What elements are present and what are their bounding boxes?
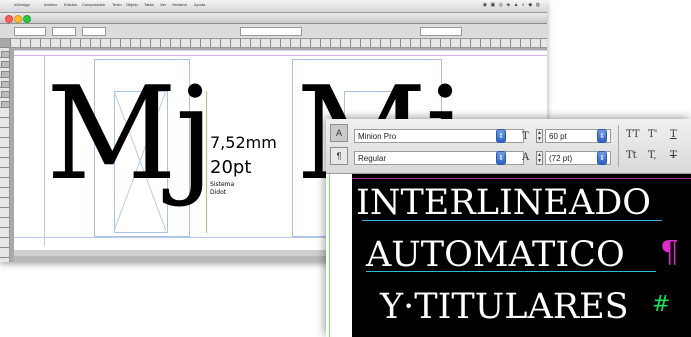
- glyph-specimen-left: Mj: [46, 60, 215, 209]
- font-size-dropdown-icon[interactable]: ⇕: [597, 129, 607, 143]
- sample-line-3: Y·TITULARES: [380, 287, 629, 327]
- menu-view[interactable]: Ver: [160, 2, 166, 7]
- frame-edge-guide: [329, 174, 330, 337]
- horizontal-ruler[interactable]: [10, 39, 547, 48]
- baseline-guide: [366, 271, 656, 272]
- sample-line-1: INTERLINEADO: [356, 183, 651, 223]
- leading-icon: A: [522, 152, 530, 163]
- underline-button[interactable]: T: [670, 129, 677, 140]
- character-control-panel: A ¶ Minion Pro ⇕ Regular ⇕ T ▲ ▼ 60 pt ⇕ …: [326, 119, 691, 174]
- menu-window[interactable]: Ventana: [172, 2, 187, 7]
- menu-app[interactable]: InDesign: [14, 2, 30, 7]
- font-name-line1: Sistema: [210, 181, 235, 188]
- font-size-stepper[interactable]: ▲ ▼: [536, 129, 543, 143]
- tool-icon[interactable]: [1, 61, 10, 68]
- menu-status-icons: ◉ ▣ ◎ ◈ ▲ ◐ ◆ ◍: [482, 2, 541, 8]
- font-style-dropdown-icon[interactable]: ⇕: [496, 151, 506, 165]
- menu-help[interactable]: Ayuda: [194, 2, 205, 7]
- column-guide: [44, 56, 45, 246]
- subscript-button[interactable]: T,: [648, 150, 656, 161]
- leading-dropdown-icon[interactable]: ⇕: [597, 151, 607, 165]
- paragraph-mode-button[interactable]: ¶: [330, 147, 348, 165]
- measure-pt: 20pt: [210, 157, 252, 178]
- control-bar: [0, 24, 547, 39]
- menu-table[interactable]: Tabla: [144, 2, 154, 7]
- character-panel-window: A ¶ Minion Pro ⇕ Regular ⇕ T ▲ ▼ 60 pt ⇕ …: [326, 119, 691, 337]
- margin-guide: [14, 55, 547, 56]
- character-mode-button[interactable]: A: [330, 124, 348, 142]
- minimize-window-button[interactable]: [14, 15, 22, 23]
- menu-object[interactable]: Objeto: [126, 2, 138, 7]
- vertical-ruler[interactable]: [0, 47, 10, 262]
- font-size-icon: T: [522, 131, 529, 142]
- font-family-dropdown-icon[interactable]: ⇕: [496, 129, 506, 143]
- tool-icon[interactable]: [1, 71, 10, 78]
- tool-icon[interactable]: [1, 101, 10, 108]
- leading-stepper[interactable]: ▲ ▼: [536, 151, 543, 165]
- all-caps-button[interactable]: TT: [626, 129, 640, 140]
- control-field[interactable]: [52, 27, 76, 36]
- measure-mm: 7,52mm: [210, 133, 277, 152]
- panel-divider: [618, 125, 619, 167]
- font-name-line2: Didot: [210, 189, 227, 196]
- menu-file[interactable]: Archivo: [44, 2, 57, 7]
- close-window-button[interactable]: [5, 15, 13, 23]
- zoom-window-button[interactable]: [23, 15, 31, 23]
- menu-edit[interactable]: Edición: [64, 2, 77, 7]
- superscript-button[interactable]: T': [648, 129, 657, 140]
- strikethrough-button[interactable]: T: [670, 150, 677, 161]
- menu-type[interactable]: Texto: [112, 2, 122, 7]
- control-field[interactable]: [14, 27, 46, 36]
- leading-guide-line: [352, 178, 691, 179]
- end-of-story-icon: #: [652, 292, 671, 317]
- menu-bar: InDesign Archivo Edición Composición Tex…: [0, 0, 547, 13]
- sample-line-2: AUTOMATICO: [366, 235, 625, 275]
- baseline-guide: [362, 220, 662, 221]
- control-field[interactable]: [240, 27, 302, 36]
- tool-icon[interactable]: [1, 91, 10, 98]
- control-field[interactable]: [420, 27, 462, 36]
- window-titlebar: [0, 13, 547, 24]
- control-field[interactable]: [82, 27, 106, 36]
- text-sample-canvas[interactable]: INTERLINEADO AUTOMATICO ¶ Y·TITULARES #: [326, 174, 691, 337]
- menu-layout[interactable]: Composición: [82, 2, 105, 7]
- tool-icon[interactable]: [1, 81, 10, 88]
- small-caps-button[interactable]: Tt: [626, 150, 637, 161]
- tool-icon[interactable]: [1, 51, 10, 58]
- paragraph-mark-icon: ¶: [660, 235, 680, 270]
